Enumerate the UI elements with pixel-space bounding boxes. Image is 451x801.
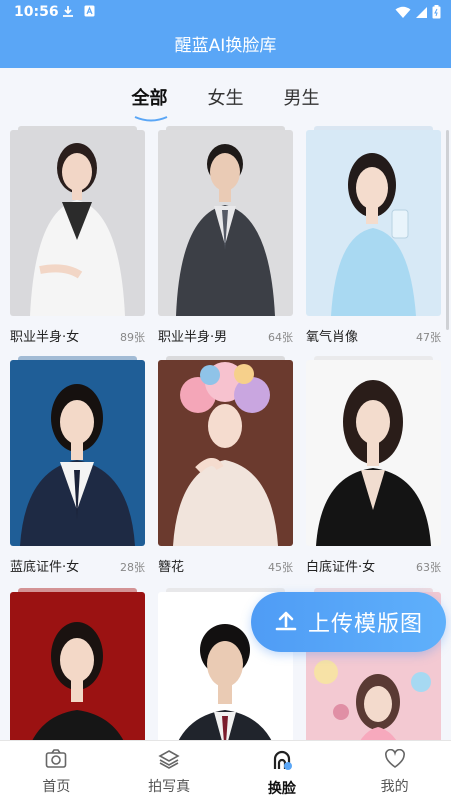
app-bar: 醒蓝AI换脸库 xyxy=(0,24,451,68)
status-time: 10:56 xyxy=(14,4,59,20)
tab-label: 男生 xyxy=(283,88,320,109)
tab-label: 全部 xyxy=(131,88,168,109)
template-name: 职业半身·女 xyxy=(10,330,80,345)
template-photo xyxy=(158,130,293,316)
upload-template-button[interactable]: 上传模版图 xyxy=(251,592,446,652)
template-card[interactable]: 氧气肖像 47张 xyxy=(306,126,441,345)
template-photo xyxy=(306,360,441,546)
bottom-nav: 首页 拍写真 换脸 我的 xyxy=(0,740,451,801)
nav-home[interactable]: 首页 xyxy=(0,741,113,801)
signal-icon xyxy=(415,4,428,23)
tab-label: 女生 xyxy=(207,88,244,109)
template-name: 白底证件·女 xyxy=(306,560,376,575)
download-icon xyxy=(62,5,74,21)
camera-icon xyxy=(45,749,67,773)
page-title: 醒蓝AI换脸库 xyxy=(174,36,277,56)
category-tabs: 全部 女生 男生 xyxy=(0,80,451,122)
upload-icon xyxy=(274,608,298,636)
template-photo xyxy=(10,360,145,546)
tab-male[interactable]: 男生 xyxy=(282,80,322,120)
nav-face-swap[interactable]: 换脸 xyxy=(226,741,339,801)
template-card[interactable]: 簪花 45张 xyxy=(158,356,293,575)
template-name: 职业半身·男 xyxy=(158,330,228,345)
tab-all[interactable]: 全部 xyxy=(130,80,170,122)
battery-icon xyxy=(432,4,441,23)
template-count: 28张 xyxy=(120,561,145,574)
nav-photoshoot[interactable]: 拍写真 xyxy=(113,741,226,801)
template-card[interactable]: 蓝底证件·女 28张 xyxy=(10,356,145,575)
template-name: 蓝底证件·女 xyxy=(10,560,80,575)
face-swap-icon xyxy=(270,749,294,775)
template-count: 63张 xyxy=(416,561,441,574)
nav-label: 首页 xyxy=(42,779,71,795)
nav-label: 我的 xyxy=(380,779,409,795)
template-photo xyxy=(306,130,441,316)
scrollbar[interactable] xyxy=(446,130,449,330)
tab-female[interactable]: 女生 xyxy=(206,80,246,120)
nav-label: 换脸 xyxy=(267,781,296,797)
template-count: 47张 xyxy=(416,331,441,344)
template-count: 89张 xyxy=(120,331,145,344)
nav-label: 拍写真 xyxy=(148,779,191,795)
template-card[interactable]: 白底证件·女 63张 xyxy=(306,356,441,575)
template-name: 簪花 xyxy=(158,560,185,575)
template-photo xyxy=(10,130,145,316)
template-photo xyxy=(158,360,293,546)
heart-icon xyxy=(384,748,406,773)
tab-underline-icon xyxy=(134,116,167,122)
status-bar: 10:56 xyxy=(0,0,451,24)
template-card[interactable]: 职业半身·男 64张 xyxy=(158,126,293,345)
wifi-icon xyxy=(395,4,411,23)
template-name: 氧气肖像 xyxy=(306,330,359,345)
layers-icon xyxy=(158,749,180,773)
template-card[interactable]: 职业半身·女 89张 xyxy=(10,126,145,345)
upload-button-label: 上传模版图 xyxy=(307,612,423,637)
template-count: 64张 xyxy=(268,331,293,344)
app-notification-icon xyxy=(84,5,95,20)
nav-mine[interactable]: 我的 xyxy=(338,741,451,801)
template-count: 45张 xyxy=(268,561,293,574)
